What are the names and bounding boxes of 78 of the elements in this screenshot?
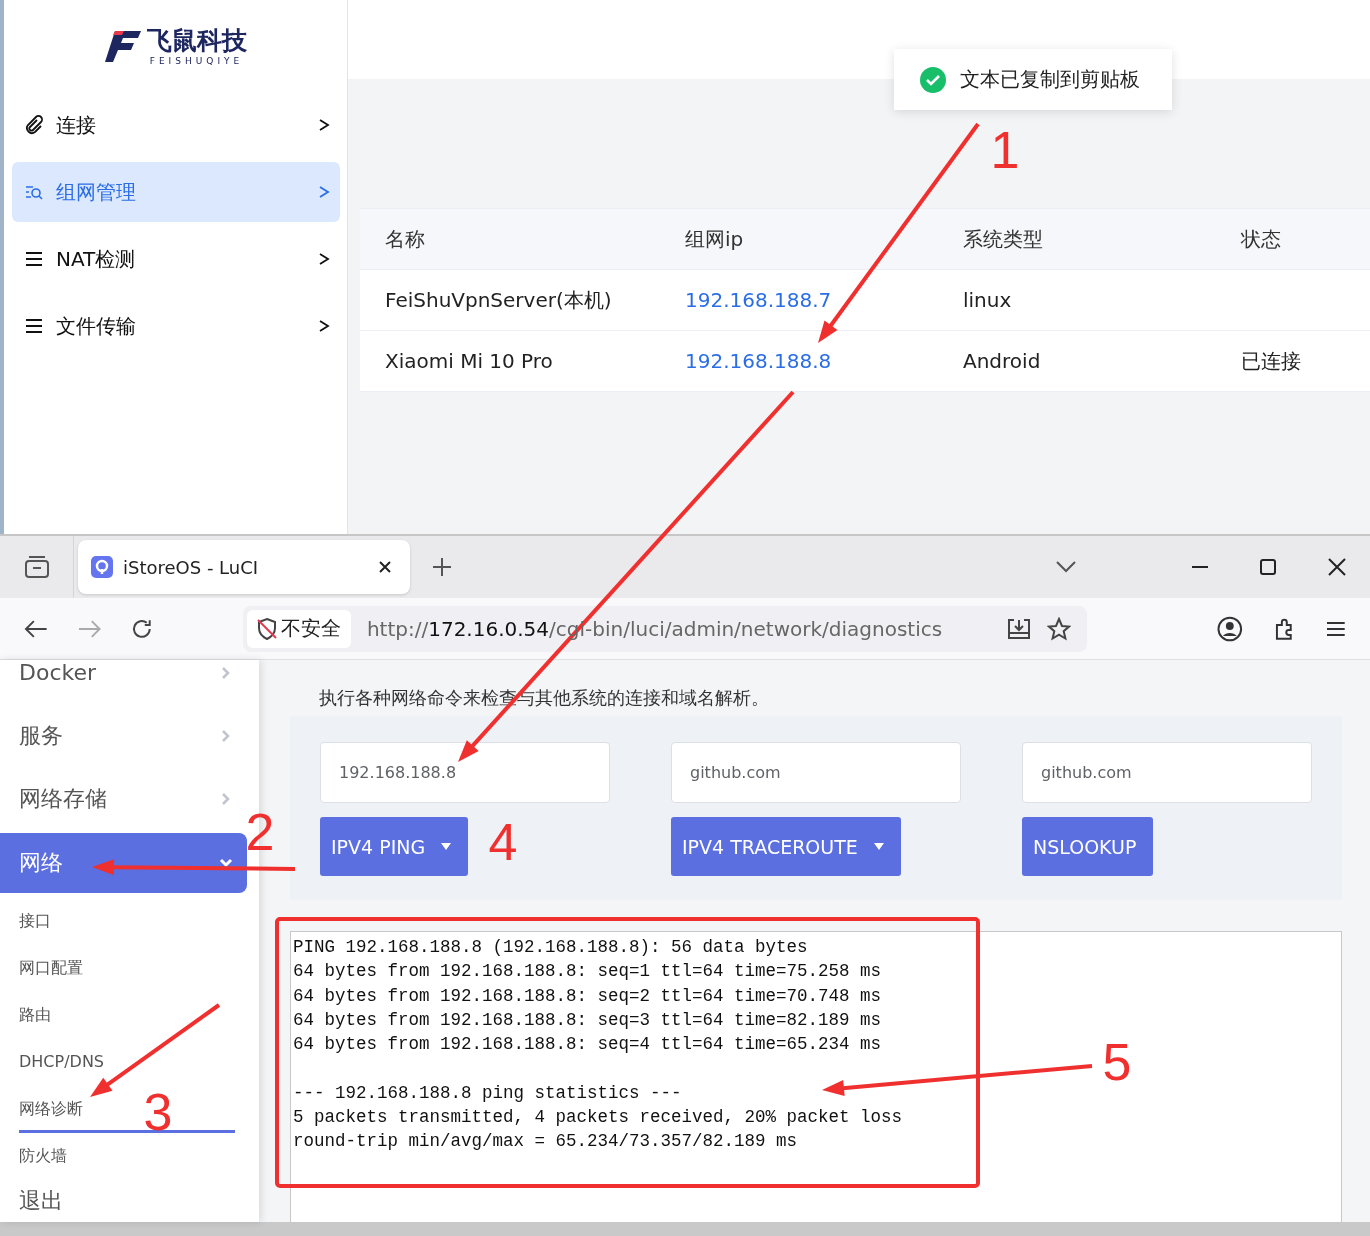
annotation-number: 1 [990, 121, 1020, 179]
menu-item[interactable]: 服务 [0, 704, 259, 767]
check-circle-icon [920, 66, 946, 93]
submenu-item[interactable]: 接口 [19, 910, 51, 932]
action-button[interactable]: IPV4 TRACEROUTE [671, 817, 901, 876]
input-field[interactable]: github.com [1022, 742, 1312, 803]
caret-icon [873, 843, 884, 850]
logo-name: 飞鼠科技 [146, 26, 247, 56]
output-line: round-trip min/avg/max = 65.234/73.357/82.189 ms [293, 1130, 799, 1154]
ip-link[interactable]: 192.168.188.8 [685, 349, 963, 373]
logo-subtitle: FEISHUQIYE [149, 56, 244, 66]
chevron-down-icon[interactable] [1056, 561, 1076, 573]
annotation-number: 2 [245, 803, 275, 861]
column-header: 状态 [1241, 225, 1282, 253]
chevron-down-icon [219, 858, 233, 868]
maximize-icon[interactable] [1260, 559, 1276, 575]
tab-list-icon[interactable] [23, 555, 50, 579]
account-icon[interactable] [1217, 615, 1243, 642]
output-line: 64 bytes from 192.168.188.8: seq=1 ttl=64 time=75.258 ms [293, 960, 883, 984]
shield-slash-icon [254, 616, 279, 641]
table-cell-text: Android [963, 349, 1042, 373]
output-line: --- 192.168.188.8 ping statistics --- [293, 1081, 683, 1105]
menu-icon[interactable] [1326, 620, 1346, 637]
menu-icon [24, 316, 44, 336]
table-cell-text: linux [963, 288, 1013, 312]
input-field[interactable]: github.com [671, 742, 961, 803]
submenu-item[interactable]: DHCP/DNS [19, 1051, 104, 1073]
menu-item[interactable]: 退出 [0, 1180, 259, 1222]
input-field[interactable]: 192.168.188.8 [320, 742, 610, 803]
table-cell-text: FeiShuVpnServer(本机) [385, 286, 613, 314]
annotation-number: 4 [488, 813, 518, 871]
menu-item[interactable]: Docker [0, 660, 259, 704]
security-indicator[interactable]: 不安全 [246, 609, 351, 648]
table-cell-text: Xiaomi Mi 10 Pro [385, 349, 554, 373]
new-tab-icon[interactable] [432, 557, 452, 577]
output-line: 64 bytes from 192.168.188.8: seq=4 ttl=64 time=65.234 ms [293, 1033, 883, 1057]
column-header: 系统类型 [963, 225, 1044, 253]
toast-message: 文本已复制到剪贴板 [960, 66, 1140, 93]
output-line: 5 packets transmitted, 4 packets received, 20% packet loss [293, 1106, 904, 1130]
chevron-right-icon [318, 185, 330, 199]
output-line: 64 bytes from 192.168.188.8: seq=3 ttl=64 time=82.189 ms [293, 1008, 883, 1032]
chevron-right-icon [318, 118, 330, 132]
chevron-right-icon [221, 791, 231, 806]
logo-icon [104, 29, 143, 63]
reload-icon[interactable] [131, 617, 153, 640]
submenu-item[interactable]: 网络诊断 [19, 1098, 83, 1120]
caret-icon [441, 843, 452, 850]
close-icon[interactable] [1328, 558, 1346, 576]
submenu-item[interactable]: 路由 [19, 1004, 51, 1026]
back-icon[interactable] [24, 618, 48, 639]
star-icon[interactable] [1047, 616, 1072, 641]
nav-item[interactable]: NAT检测 [12, 229, 340, 289]
nav-item[interactable]: 连接 [12, 95, 340, 155]
paperclip-icon [24, 115, 44, 135]
download-icon[interactable] [1007, 616, 1032, 641]
output-line: 64 bytes from 192.168.188.8: seq=2 ttl=64 time=70.748 ms [293, 984, 883, 1008]
favicon-icon [91, 556, 113, 578]
output-line: PING 192.168.188.8 (192.168.188.8): 56 data bytes [293, 936, 809, 959]
action-button[interactable]: NSLOOKUP [1022, 817, 1154, 876]
annotation-number: 5 [1102, 1033, 1132, 1091]
submenu-item[interactable]: 网口配置 [19, 957, 83, 979]
menu-item[interactable]: 网络 [0, 833, 247, 893]
chevron-right-icon [221, 665, 231, 680]
column-header: 组网ip [685, 225, 745, 253]
submenu-item[interactable]: 防火墙 [19, 1145, 67, 1167]
table-cell-text: 已连接 [1241, 347, 1302, 375]
chevron-right-icon [318, 252, 330, 266]
ip-link[interactable]: 192.168.188.7 [685, 288, 963, 312]
close-icon[interactable] [378, 560, 392, 574]
chevron-right-icon [221, 728, 231, 743]
annotation-number: 3 [143, 1083, 173, 1141]
browser-tab[interactable]: iStoreOS - LuCI [78, 540, 410, 594]
action-button[interactable]: IPV4 PING [320, 817, 469, 876]
nav-item[interactable]: 文件传输 [12, 296, 340, 356]
menu-icon [24, 249, 44, 269]
chevron-right-icon [318, 319, 330, 333]
column-header: 名称 [385, 225, 426, 253]
nav-item[interactable]: 组网管理 [12, 162, 340, 222]
